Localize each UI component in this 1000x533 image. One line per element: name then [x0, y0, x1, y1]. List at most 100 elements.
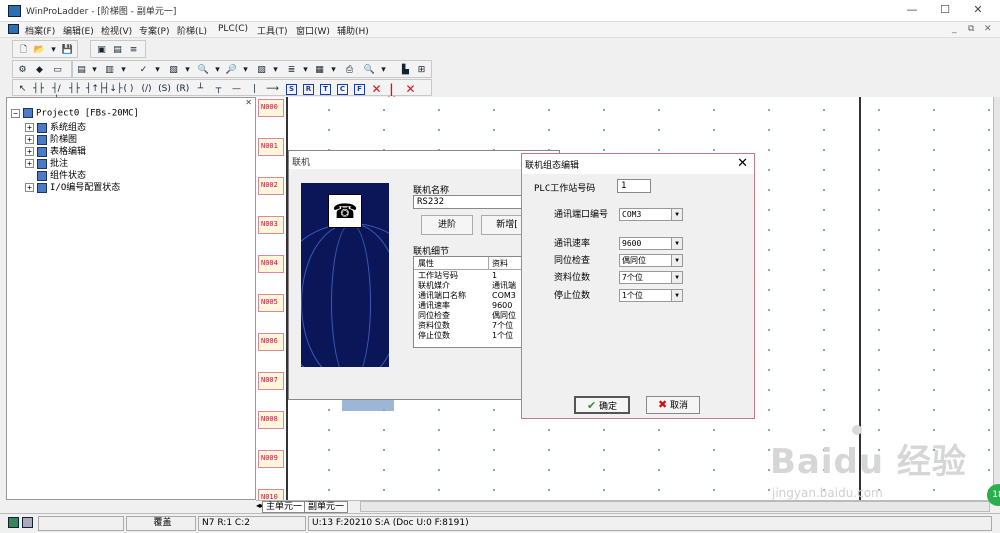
tree-item-system[interactable]: + 系统组态 — [25, 120, 86, 133]
close-icon[interactable]: ✕ — [737, 156, 748, 171]
tab-sub-unit[interactable]: 副单元一 — [304, 501, 349, 513]
dropdown-arrow-icon[interactable]: ▾ — [117, 64, 130, 76]
tree-item-comment[interactable]: + 批注 — [25, 156, 68, 169]
menu-ladder[interactable]: 阶梯(L) — [176, 24, 208, 37]
station-number-field[interactable]: 1 — [617, 179, 651, 193]
parity-select[interactable]: 偶同位 ▼ — [619, 254, 683, 267]
advanced-button[interactable]: 进阶 — [421, 215, 473, 235]
coil-inverted-icon[interactable]: (/) — [140, 83, 153, 95]
coil-reset-icon[interactable]: (R) — [176, 83, 189, 95]
delete-icon[interactable]: ✕ — [371, 83, 382, 95]
save-icon[interactable]: 💾 — [61, 44, 74, 56]
open-folder-icon[interactable]: 📂 — [33, 44, 46, 56]
network-label[interactable]: N006 — [258, 333, 284, 351]
set-symbol-icon[interactable]: S — [286, 84, 297, 95]
network-label[interactable]: N009 — [258, 450, 284, 468]
network-label[interactable]: N010 — [258, 489, 284, 500]
ok-button[interactable]: ✔ 确定 — [574, 396, 630, 414]
function-symbol-icon[interactable]: F — [354, 84, 365, 95]
cancel-button[interactable]: ✖ 取消 — [646, 396, 700, 414]
window-icon[interactable]: ▣ — [95, 44, 108, 56]
expand-icon[interactable]: + — [25, 123, 34, 132]
vertical-scrollbar[interactable] — [993, 97, 1000, 500]
menu-view[interactable]: 检视(V) — [100, 24, 133, 37]
delete-contact-icon[interactable]: |✕ — [386, 83, 397, 106]
chart-icon[interactable]: ▙ — [399, 64, 412, 76]
print-icon[interactable]: ⎙ — [343, 64, 356, 76]
dropdown-arrow-icon[interactable]: ▾ — [151, 64, 164, 76]
network-label[interactable]: N004 — [258, 255, 284, 273]
menu-project[interactable]: 专案(P) — [138, 24, 170, 37]
menu-file[interactable]: 档案(F) — [24, 24, 56, 37]
falling-edge-icon[interactable]: ┤↓├ — [104, 83, 122, 95]
dropdown-arrow-icon[interactable]: ▾ — [299, 64, 312, 76]
contact-no-icon[interactable]: ┤├ — [32, 83, 45, 95]
tab-main-unit[interactable]: 主单元一 — [262, 501, 307, 513]
data-bits-select[interactable]: 7个位 ▼ — [619, 271, 683, 284]
table-icon[interactable]: ▤ — [111, 44, 124, 56]
tree-item-status[interactable]: 组件状态 — [37, 168, 86, 181]
coil-icon[interactable]: ( ) — [122, 83, 135, 95]
monitor-icon[interactable]: ▥ — [103, 64, 116, 76]
tree-item-io[interactable]: + I/O编号配置状态 — [25, 180, 120, 193]
menu-edit[interactable]: 编辑(E) — [62, 24, 95, 37]
network-label[interactable]: N003 — [258, 216, 284, 234]
grid-icon[interactable]: ⊞ — [415, 64, 428, 76]
org-and-icon[interactable]: ≡ — [127, 44, 140, 56]
io-icon[interactable]: ▧ — [167, 64, 180, 76]
contact-nc-icon[interactable]: ┤/├ — [50, 83, 63, 106]
dropdown-arrow-icon[interactable]: ▾ — [47, 44, 60, 56]
dropdown-arrow-icon[interactable]: ▾ — [377, 64, 390, 76]
instruction-icon[interactable]: ▭ — [51, 64, 64, 76]
connection-name-field[interactable]: RS232 — [413, 195, 533, 209]
mdi-restore-button[interactable]: ⧉ — [968, 24, 974, 34]
collapse-icon[interactable]: − — [11, 108, 20, 118]
new-file-icon[interactable]: 🗋 — [17, 44, 30, 56]
tree-close-icon[interactable]: ✕ — [245, 98, 252, 107]
delete-branch-icon[interactable]: ✕ — [405, 83, 416, 95]
port-select[interactable]: COM3 ▼ — [619, 208, 683, 221]
minimize-button[interactable]: — — [904, 3, 920, 19]
rising-edge-icon[interactable]: ┤↑├ — [86, 83, 104, 95]
search-icon[interactable]: 🔍 — [197, 64, 210, 76]
branch-down-icon[interactable]: ┬ — [212, 83, 225, 95]
zoom-icon[interactable]: 🔍 — [363, 64, 376, 76]
coil-set-icon[interactable]: (S) — [158, 83, 171, 95]
expand-icon[interactable]: + — [25, 183, 34, 192]
expand-icon[interactable]: + — [25, 147, 34, 156]
network-label[interactable]: N000 — [258, 99, 284, 117]
branch-contact-icon[interactable]: ┤├ — [68, 83, 81, 95]
counter-symbol-icon[interactable]: C — [337, 84, 348, 95]
bits-icon[interactable]: ≣ — [285, 64, 298, 76]
menu-window[interactable]: 窗口(W) — [295, 24, 331, 37]
compile-icon[interactable]: ⚙ — [16, 64, 29, 76]
menu-help[interactable]: 辅助(H) — [336, 24, 370, 37]
network-label[interactable]: N007 — [258, 372, 284, 390]
function-arrow-icon[interactable]: ⟶ — [266, 83, 279, 95]
tree-item-table[interactable]: + 表格编辑 — [25, 144, 86, 157]
plc-run-icon[interactable]: ▤ — [75, 64, 88, 76]
mdi-close-button[interactable]: ✕ — [984, 24, 992, 34]
network-label[interactable]: N001 — [258, 138, 284, 156]
dropdown-arrow-icon[interactable]: ▾ — [239, 64, 252, 76]
tree-item-ladder[interactable]: + 阶梯图 — [25, 132, 77, 145]
timer-symbol-icon[interactable]: T — [320, 84, 331, 95]
stop-bits-select[interactable]: 1个位 ▼ — [619, 289, 683, 302]
register-icon[interactable]: ▨ — [255, 64, 268, 76]
vertical-line-icon[interactable]: | — [248, 83, 261, 95]
reset-symbol-icon[interactable]: R — [303, 84, 314, 95]
expand-icon[interactable]: + — [25, 135, 34, 144]
network-label[interactable]: N008 — [258, 411, 284, 429]
erase-icon[interactable]: ◆ — [33, 64, 46, 76]
close-window-button[interactable]: ✕ — [970, 3, 986, 19]
baud-rate-select[interactable]: 9600 ▼ — [619, 237, 683, 250]
dropdown-arrow-icon[interactable]: ▾ — [327, 64, 340, 76]
menu-tools[interactable]: 工具(T) — [256, 24, 289, 37]
dropdown-arrow-icon[interactable]: ▾ — [181, 64, 194, 76]
horizontal-line-icon[interactable]: — — [230, 83, 243, 95]
pointer-icon[interactable]: ↖ — [16, 83, 29, 95]
dropdown-arrow-icon[interactable]: ▾ — [269, 64, 282, 76]
timer-icon[interactable]: ▦ — [313, 64, 326, 76]
menu-plc[interactable]: PLC(C) — [217, 24, 249, 34]
network-label[interactable]: N005 — [258, 294, 284, 312]
